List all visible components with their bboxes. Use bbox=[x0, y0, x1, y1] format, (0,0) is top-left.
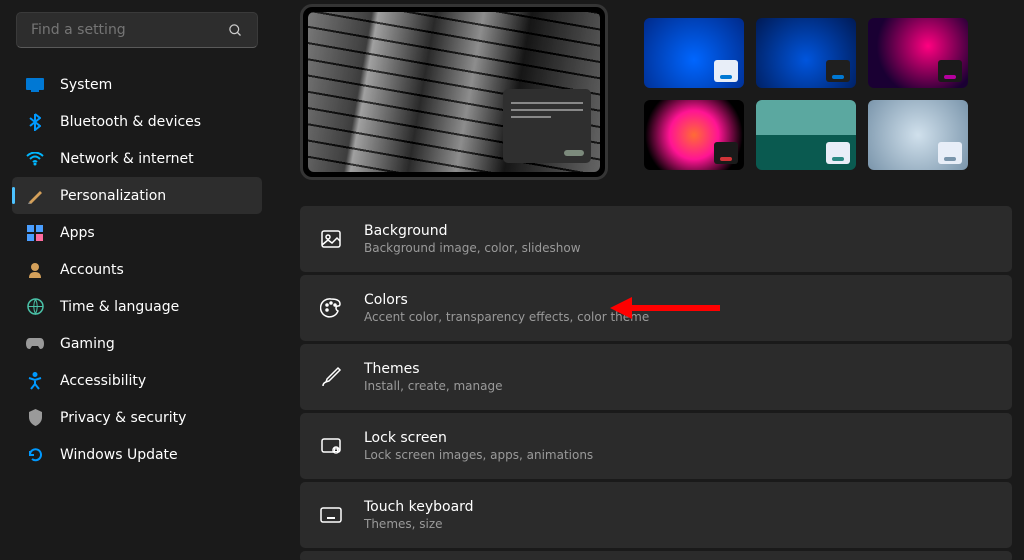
search-box[interactable] bbox=[16, 12, 258, 48]
theme-tile-4[interactable] bbox=[644, 100, 744, 170]
keyboard-icon bbox=[320, 507, 342, 523]
settings-list: Background Background image, color, slid… bbox=[300, 206, 1012, 560]
sidebar-item-update[interactable]: Windows Update bbox=[12, 436, 262, 473]
nav-label: Time & language bbox=[60, 299, 179, 315]
row-partial[interactable] bbox=[300, 551, 1012, 560]
sidebar-item-system[interactable]: System bbox=[12, 66, 262, 103]
nav-label: Network & internet bbox=[60, 151, 194, 167]
search-icon bbox=[228, 23, 243, 38]
row-subtitle: Themes, size bbox=[364, 517, 474, 531]
row-title: Background bbox=[364, 223, 581, 239]
sidebar-item-personalization[interactable]: Personalization bbox=[12, 177, 262, 214]
theme-tile-6[interactable] bbox=[868, 100, 968, 170]
row-touch-keyboard[interactable]: Touch keyboard Themes, size bbox=[300, 482, 1012, 548]
sidebar-item-network[interactable]: Network & internet bbox=[12, 140, 262, 177]
sidebar-item-bluetooth[interactable]: Bluetooth & devices bbox=[12, 103, 262, 140]
theme-tile-2[interactable] bbox=[756, 18, 856, 88]
sidebar-item-gaming[interactable]: Gaming bbox=[12, 325, 262, 362]
sidebar-item-accessibility[interactable]: Accessibility bbox=[12, 362, 262, 399]
shield-icon bbox=[26, 409, 44, 427]
search-input[interactable] bbox=[31, 22, 228, 38]
theme-tile-5[interactable] bbox=[756, 100, 856, 170]
row-title: Touch keyboard bbox=[364, 499, 474, 515]
brush-icon bbox=[320, 366, 342, 388]
lock-screen-icon bbox=[320, 435, 342, 457]
nav-label: Personalization bbox=[60, 188, 166, 204]
person-icon bbox=[26, 261, 44, 279]
row-themes[interactable]: Themes Install, create, manage bbox=[300, 344, 1012, 410]
row-background[interactable]: Background Background image, color, slid… bbox=[300, 206, 1012, 272]
nav-label: Apps bbox=[60, 225, 95, 241]
sidebar: System Bluetooth & devices Network & int… bbox=[0, 0, 270, 560]
preview-row bbox=[300, 4, 1012, 180]
nav-label: System bbox=[60, 77, 112, 93]
theme-grid bbox=[644, 4, 968, 180]
sidebar-item-time-language[interactable]: Time & language bbox=[12, 288, 262, 325]
bluetooth-icon bbox=[26, 113, 44, 131]
main-content: Background Background image, color, slid… bbox=[270, 0, 1024, 560]
sidebar-item-privacy[interactable]: Privacy & security bbox=[12, 399, 262, 436]
sidebar-item-accounts[interactable]: Accounts bbox=[12, 251, 262, 288]
palette-icon bbox=[320, 297, 342, 319]
theme-tile-3[interactable] bbox=[868, 18, 968, 88]
nav-label: Bluetooth & devices bbox=[60, 114, 201, 130]
row-lock-screen[interactable]: Lock screen Lock screen images, apps, an… bbox=[300, 413, 1012, 479]
update-icon bbox=[26, 446, 44, 464]
row-title: Lock screen bbox=[364, 430, 593, 446]
nav-label: Accounts bbox=[60, 262, 124, 278]
apps-icon bbox=[26, 224, 44, 242]
wifi-icon bbox=[26, 150, 44, 168]
row-subtitle: Install, create, manage bbox=[364, 379, 502, 393]
preview-window-card bbox=[503, 89, 591, 163]
nav-label: Gaming bbox=[60, 336, 115, 352]
nav-label: Privacy & security bbox=[60, 410, 186, 426]
sidebar-item-apps[interactable]: Apps bbox=[12, 214, 262, 251]
row-subtitle: Background image, color, slideshow bbox=[364, 241, 581, 255]
row-title: Themes bbox=[364, 361, 502, 377]
accessibility-icon bbox=[26, 372, 44, 390]
nav-label: Windows Update bbox=[60, 447, 178, 463]
globe-clock-icon bbox=[26, 298, 44, 316]
row-subtitle: Accent color, transparency effects, colo… bbox=[364, 310, 649, 324]
theme-tile-1[interactable] bbox=[644, 18, 744, 88]
nav-label: Accessibility bbox=[60, 373, 146, 389]
row-subtitle: Lock screen images, apps, animations bbox=[364, 448, 593, 462]
gamepad-icon bbox=[26, 335, 44, 353]
system-icon bbox=[26, 76, 44, 94]
nav-list: System Bluetooth & devices Network & int… bbox=[12, 66, 262, 473]
image-icon bbox=[320, 228, 342, 250]
row-title: Colors bbox=[364, 292, 649, 308]
desktop-preview bbox=[300, 4, 608, 180]
row-colors[interactable]: Colors Accent color, transparency effect… bbox=[300, 275, 1012, 341]
paintbrush-icon bbox=[26, 187, 44, 205]
